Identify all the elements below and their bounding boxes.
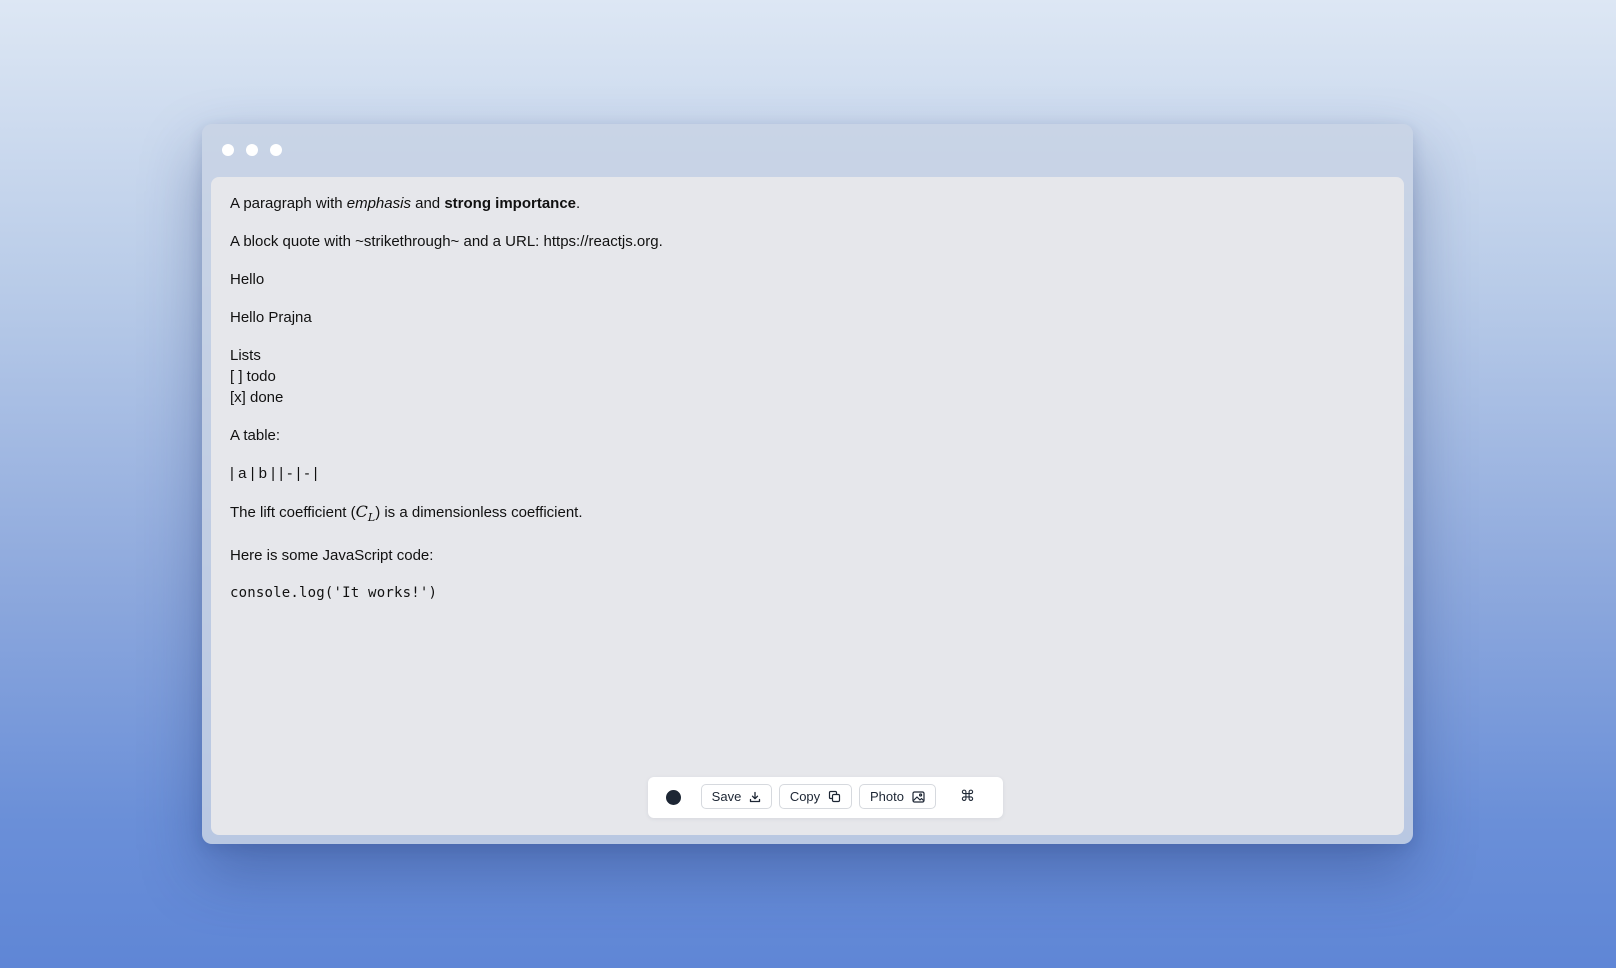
text-segment: The lift coefficient (: [230, 504, 356, 521]
code-block: console.log('It works!'): [230, 585, 438, 602]
maximize-dot[interactable]: [270, 144, 282, 156]
command-icon[interactable]: ⌘: [960, 787, 975, 805]
math-symbol: C: [355, 502, 368, 521]
paragraph-hello-name: Hello Prajna: [230, 309, 312, 326]
text-segment: and: [410, 195, 445, 212]
image-icon: [912, 790, 925, 803]
table-intro: A table:: [230, 427, 281, 444]
filled-circle-icon[interactable]: [666, 790, 681, 805]
lists-block: Lists [ ] todo [x] done: [230, 345, 663, 408]
photo-label: Photo: [870, 789, 904, 804]
emphasis-text: emphasis: [346, 195, 411, 212]
text-segment: .: [576, 195, 581, 212]
code-intro: Here is some JavaScript code:: [230, 547, 434, 565]
text-segment: ) is a dimensionless coefficient.: [375, 504, 583, 521]
math-expression: CL: [355, 502, 376, 524]
list-item: [x] done: [230, 389, 284, 406]
paragraph-lift: The lift coefficient (CL) is a dimension…: [230, 501, 663, 528]
copy-icon: [828, 790, 841, 803]
text-segment: A paragraph with: [230, 195, 347, 212]
save-button[interactable]: Save: [701, 784, 772, 809]
list-item: [ ] todo: [230, 368, 276, 385]
rendered-markdown: A paragraph with emphasis and strong imp…: [230, 193, 663, 621]
lists-title: Lists: [230, 347, 261, 364]
download-icon: [749, 791, 761, 803]
strong-text: strong importance: [444, 195, 577, 212]
paragraph-emphasis: A paragraph with emphasis and strong imp…: [230, 193, 663, 214]
document-area[interactable]: A paragraph with emphasis and strong imp…: [211, 177, 1404, 835]
copy-button[interactable]: Copy: [779, 784, 852, 809]
app-window: A paragraph with emphasis and strong imp…: [202, 124, 1413, 844]
photo-button[interactable]: Photo: [859, 784, 936, 809]
paragraph-hello: Hello: [230, 271, 265, 288]
window-controls: [222, 144, 282, 156]
table-raw: | a | b | | - | - |: [230, 465, 318, 482]
minimize-dot[interactable]: [246, 144, 258, 156]
copy-label: Copy: [789, 789, 821, 804]
save-label: Save: [711, 789, 742, 804]
close-dot[interactable]: [222, 144, 234, 156]
paragraph-blockquote: A block quote with ~strikethrough~ and a…: [230, 233, 663, 250]
bottom-toolbar: Save Copy Photo ⌘: [648, 777, 1003, 818]
